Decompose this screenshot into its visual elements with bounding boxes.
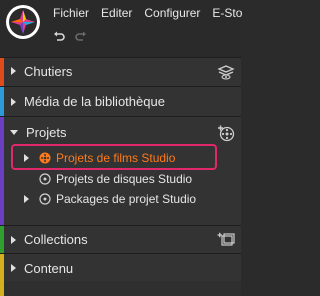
panel-title-collections: Collections (24, 232, 88, 247)
menu-item-configurer[interactable]: Configurer (144, 6, 200, 20)
tree-item-label: Projets de disques Studio (56, 172, 193, 186)
top-bar: Fichier Editer Configurer E-Sto (0, 0, 242, 57)
collapse-arrow-icon[interactable] (10, 129, 18, 135)
tree-item-disques[interactable]: Projets de disques Studio (0, 170, 241, 188)
undo-icon[interactable] (53, 31, 65, 43)
panel-header-contenu[interactable]: Contenu (0, 254, 241, 282)
expand-arrow-icon[interactable] (11, 67, 16, 75)
disc-icon (39, 173, 51, 185)
stack-add-icon[interactable] (217, 231, 235, 247)
app-logo[interactable] (5, 4, 41, 40)
tree-item-packages[interactable]: Packages de projet Studio (0, 190, 241, 208)
panel-collections: Collections (0, 225, 241, 253)
panel-title-projets: Projets (26, 124, 67, 140)
panel-title-contenu: Contenu (24, 260, 74, 276)
expand-arrow-icon[interactable] (11, 97, 16, 106)
panel-header-projets[interactable]: Projets (0, 117, 241, 147)
menu-item-fichier[interactable]: Fichier (53, 6, 89, 20)
panel-contenu: Contenu (0, 253, 241, 282)
panel-title-chutiers: Chutiers (24, 63, 73, 79)
panel-stripe (0, 281, 4, 296)
panel-contenu-body (0, 281, 241, 296)
highlight-frame (11, 144, 217, 170)
panel-media: Média de la bibliothèque (0, 86, 241, 116)
panel-title-media: Média de la bibliothèque (24, 94, 165, 109)
panel-header-chutiers[interactable]: Chutiers (0, 58, 241, 84)
menu-item-estore[interactable]: E-Sto (212, 6, 242, 20)
redo-icon[interactable] (75, 31, 87, 43)
menu-bar: Fichier Editer Configurer E-Sto (53, 6, 254, 20)
tree-item-label: Packages de projet Studio (56, 192, 197, 206)
undo-redo-group (53, 31, 87, 43)
expand-arrow-icon[interactable] (11, 264, 16, 272)
panel-chutiers: Chutiers (0, 57, 241, 86)
panel-header-collections[interactable]: Collections (0, 226, 241, 253)
menu-item-editer[interactable]: Editer (101, 6, 132, 20)
expand-arrow-icon[interactable] (11, 235, 16, 244)
panel-header-media[interactable]: Média de la bibliothèque (0, 87, 241, 116)
expand-arrow-icon[interactable] (24, 175, 29, 183)
disc-icon (39, 193, 51, 205)
add-project-icon[interactable] (217, 124, 235, 142)
expand-arrow-icon[interactable] (24, 195, 29, 203)
layers-eye-icon[interactable] (217, 64, 235, 80)
